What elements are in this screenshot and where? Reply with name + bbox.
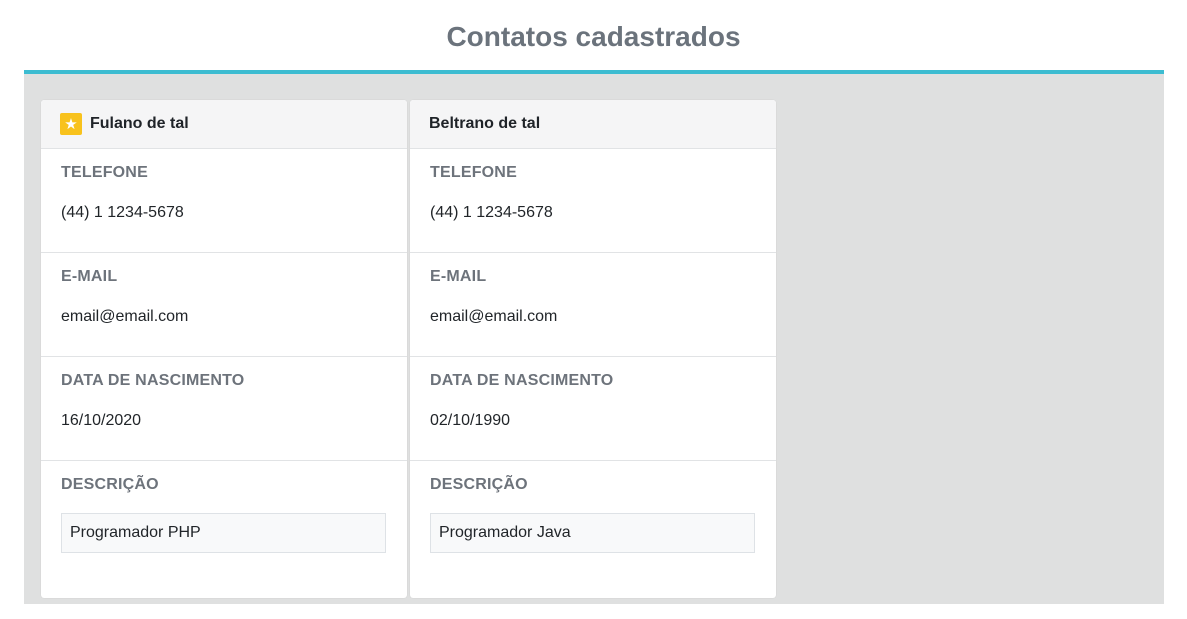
contact-card: ★ Fulano de tal TELEFONE (44) 1 1234-567… <box>41 100 407 598</box>
email-value: email@email.com <box>430 308 558 325</box>
page-title: Contatos cadastrados <box>446 21 741 52</box>
email-label: E-MAIL <box>61 268 118 285</box>
contact-card-header: ★ Fulano de tal <box>41 100 407 149</box>
phone-field: TELEFONE (44) 1 1234-5678 <box>41 149 407 253</box>
contact-name: Beltrano de tal <box>429 115 541 132</box>
phone-label: TELEFONE <box>61 164 148 181</box>
email-value: email@email.com <box>61 308 189 325</box>
email-field: E-MAIL email@email.com <box>41 253 407 357</box>
birth-date-label: DATA DE NASCIMENTO <box>61 372 245 389</box>
contact-card: Beltrano de tal TELEFONE (44) 1 1234-567… <box>410 100 776 598</box>
contact-cards: ★ Fulano de tal TELEFONE (44) 1 1234-567… <box>41 100 776 598</box>
description-field: DESCRIÇÃO Programador Java <box>410 461 776 598</box>
phone-value: (44) 1 1234-5678 <box>61 204 184 221</box>
star-icon[interactable]: ★ <box>60 113 82 135</box>
email-label: E-MAIL <box>430 268 487 285</box>
description-field: DESCRIÇÃO Programador PHP <box>41 461 407 598</box>
description-box: Programador Java <box>430 513 755 553</box>
contacts-panel: ★ Fulano de tal TELEFONE (44) 1 1234-567… <box>24 70 1164 604</box>
description-box: Programador PHP <box>61 513 386 553</box>
email-field: E-MAIL email@email.com <box>410 253 776 357</box>
phone-value: (44) 1 1234-5678 <box>430 204 553 221</box>
description-label: DESCRIÇÃO <box>61 476 159 493</box>
contact-name: Fulano de tal <box>90 115 189 132</box>
contact-card-header: Beltrano de tal <box>410 100 776 149</box>
birth-date-field: DATA DE NASCIMENTO 16/10/2020 <box>41 357 407 461</box>
birth-date-value: 16/10/2020 <box>61 412 142 429</box>
birth-date-field: DATA DE NASCIMENTO 02/10/1990 <box>410 357 776 461</box>
birth-date-value: 02/10/1990 <box>430 412 511 429</box>
phone-field: TELEFONE (44) 1 1234-5678 <box>410 149 776 253</box>
birth-date-label: DATA DE NASCIMENTO <box>430 372 614 389</box>
phone-label: TELEFONE <box>430 164 517 181</box>
description-label: DESCRIÇÃO <box>430 476 528 493</box>
